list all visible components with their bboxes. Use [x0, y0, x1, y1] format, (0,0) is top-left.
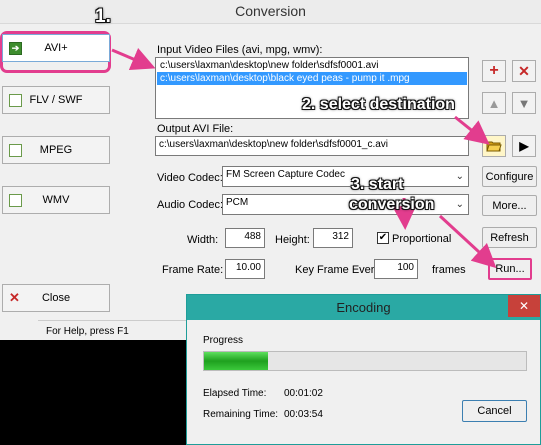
- encoding-dialog-title: Encoding: [187, 295, 540, 320]
- arrow-step2: [454, 115, 490, 145]
- annotation-step1: 1.: [95, 6, 111, 27]
- annotation-step3-line1: 3. start: [351, 176, 404, 193]
- close-icon: ✕: [518, 299, 530, 313]
- remaining-label: Remaining Time:: [203, 409, 279, 420]
- annotation-step2: 2. select destination: [302, 96, 455, 113]
- encoding-dialog: Encoding ✕ Progress Elapsed Time: 00:01:…: [186, 294, 541, 445]
- remaining-value: 00:03:54: [284, 409, 323, 420]
- annotation-step3-line2: conversion: [349, 196, 435, 213]
- arrow-step1: [111, 47, 156, 71]
- progress-fill: [204, 352, 269, 370]
- arrow-step3b: [438, 214, 497, 269]
- elapsed-value: 00:01:02: [284, 388, 323, 399]
- cancel-button[interactable]: Cancel: [462, 400, 527, 422]
- progress-bar: [203, 351, 527, 371]
- progress-label: Progress: [203, 335, 244, 346]
- elapsed-label: Elapsed Time:: [203, 388, 267, 399]
- dialog-close-button[interactable]: ✕: [508, 295, 540, 317]
